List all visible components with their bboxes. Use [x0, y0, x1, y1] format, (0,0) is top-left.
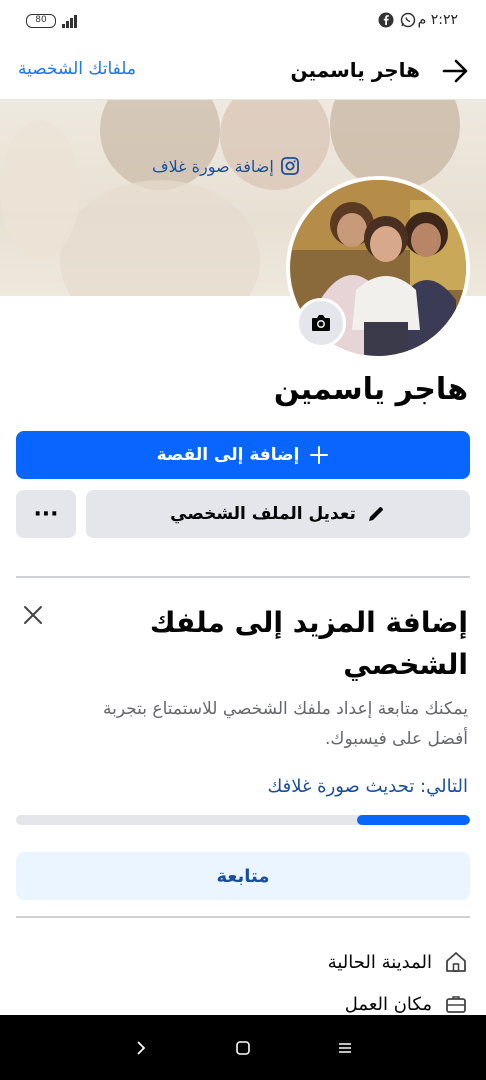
- recents-nav-button[interactable]: [332, 1035, 358, 1061]
- next-step-link[interactable]: التالي: تحديث صورة غلافك: [267, 776, 468, 797]
- edit-profile-button[interactable]: تعديل الملف الشخصي: [86, 490, 470, 538]
- header-title: هاجر ياسمين: [290, 58, 420, 82]
- add-to-story-button[interactable]: إضافة إلى القصة: [16, 431, 470, 479]
- status-app-icons: [378, 12, 416, 28]
- more-options-button[interactable]: ···: [16, 490, 76, 538]
- close-icon: [24, 606, 42, 624]
- arrow-right-icon: [442, 59, 468, 83]
- header: هاجر ياسمين ملفاتك الشخصية: [0, 44, 486, 100]
- add-cover-photo-button[interactable]: إضافة صورة غلاف: [152, 156, 300, 176]
- divider: [16, 916, 470, 918]
- status-time: ٢:٢٢ م: [417, 12, 458, 28]
- progress-bar: [16, 815, 470, 825]
- completion-card-title: إضافة المزيد إلى ملفك الشخصي: [149, 606, 468, 681]
- whatsapp-icon: [400, 12, 416, 28]
- pencil-icon: [368, 507, 383, 521]
- facebook-icon: [378, 12, 394, 28]
- signal-icon: [62, 14, 77, 28]
- profile-name: هاجر ياسمين: [273, 372, 468, 407]
- plus-icon: [310, 446, 329, 464]
- your-profiles-link[interactable]: ملفاتك الشخصية: [18, 59, 136, 79]
- add-cover-label: إضافة صورة غلاف: [152, 156, 274, 176]
- battery-icon: 80: [26, 14, 56, 28]
- edit-profile-label: تعديل الملف الشخصي: [170, 504, 356, 524]
- divider: [16, 576, 470, 578]
- completion-card-description: يمكنك متابعة إعداد ملفك الشخصي للاستمتاع…: [102, 699, 468, 749]
- menu-icon: [339, 1043, 351, 1053]
- detail-label: مكان العمل: [344, 993, 432, 1015]
- status-bar: ٢:٢٢ م 80: [0, 0, 486, 44]
- change-profile-picture-button[interactable]: [296, 298, 346, 348]
- home-nav-button[interactable]: [230, 1035, 256, 1061]
- status-system-icons: 80: [26, 14, 77, 28]
- back-nav-button[interactable]: [128, 1035, 154, 1061]
- camera-icon: [312, 315, 330, 331]
- chevron-left-icon: [137, 1041, 146, 1055]
- detail-label: المدينة الحالية: [327, 951, 432, 973]
- home-icon: [446, 952, 466, 972]
- continue-label: متابعة: [216, 865, 270, 887]
- system-navigation-bar: [0, 1015, 486, 1080]
- square-home-icon: [236, 1041, 250, 1055]
- briefcase-icon: [446, 996, 466, 1013]
- continue-button[interactable]: متابعة: [16, 852, 470, 900]
- detail-current-city[interactable]: المدينة الحالية: [328, 950, 468, 974]
- close-card-button[interactable]: [18, 600, 48, 630]
- more-options-icon: ···: [33, 501, 59, 527]
- back-button[interactable]: [438, 54, 472, 88]
- add-to-story-label: إضافة إلى القصة: [156, 445, 300, 465]
- progress-fill: [356, 815, 470, 825]
- instagram-camera-icon: [280, 157, 299, 175]
- detail-workplace[interactable]: مكان العمل: [345, 992, 468, 1016]
